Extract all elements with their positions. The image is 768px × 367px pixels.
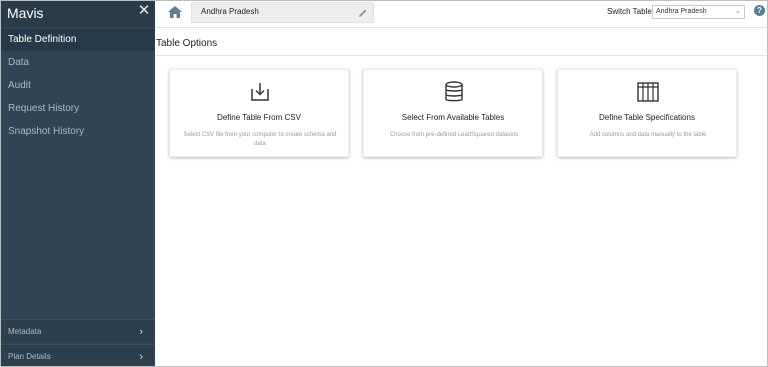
- download-icon: [251, 83, 269, 101]
- card-title: Define Table From CSV: [217, 113, 301, 122]
- chevron-right-icon: ›: [139, 351, 143, 363]
- sidebar-footer-metadata[interactable]: Metadata ›: [1, 319, 155, 343]
- sidebar-item-request-history[interactable]: Request History: [1, 98, 155, 120]
- chevron-right-icon: ›: [139, 326, 143, 338]
- sidebar-item-audit[interactable]: Audit: [1, 75, 155, 97]
- card-define-from-csv[interactable]: Define Table From CSV Select CSV file fr…: [169, 69, 349, 157]
- card-description: Choose from pre-defined LeadSquared data…: [389, 132, 519, 138]
- card-define-table-specifications[interactable]: Define Table Specifications Add columns …: [557, 69, 737, 157]
- table-name: Andhra Pradesh: [201, 7, 259, 16]
- sidebar-item-table-definition[interactable]: Table Definition: [1, 29, 155, 51]
- app-title: Mavis: [7, 5, 44, 21]
- card-title: Select From Available Tables: [401, 113, 505, 122]
- card-description: Select CSV file from your computer to cr…: [183, 132, 337, 147]
- chevron-down-icon: ⌄: [735, 8, 741, 15]
- switch-table-label: Switch Table: [607, 7, 652, 16]
- pencil-icon[interactable]: [358, 8, 368, 18]
- help-icon[interactable]: ?: [754, 5, 765, 16]
- app-window: Mavis ✕ Table Definition Data Audit Requ…: [0, 0, 768, 367]
- page-title: Table Options: [156, 38, 218, 49]
- table-icon: [637, 82, 659, 102]
- switch-table-value: Andhra Pradesh: [656, 8, 707, 15]
- top-bar: Andhra Pradesh Switch Table Andhra Prade…: [155, 1, 767, 28]
- card-select-available-tables[interactable]: Select From Available Tables Choose from…: [363, 69, 543, 157]
- database-icon: [445, 81, 463, 102]
- card-description: Add columns and data manually to the tab…: [589, 132, 707, 138]
- table-name-field[interactable]: Andhra Pradesh: [191, 2, 374, 23]
- home-icon[interactable]: [167, 5, 183, 19]
- section-header: Table Options: [155, 29, 767, 56]
- plan-details-label: Plan Details: [8, 352, 51, 361]
- sidebar-footer-plan-details[interactable]: Plan Details ›: [1, 344, 155, 366]
- sidebar: Mavis ✕ Table Definition Data Audit Requ…: [1, 1, 155, 366]
- sidebar-header: Mavis ✕: [1, 1, 155, 27]
- sidebar-item-data[interactable]: Data: [1, 52, 155, 74]
- close-icon[interactable]: ✕: [137, 3, 151, 18]
- sidebar-item-snapshot-history[interactable]: Snapshot History: [1, 121, 155, 143]
- metadata-label: Metadata: [8, 327, 42, 336]
- switch-table-select[interactable]: Andhra Pradesh ⌄: [652, 5, 745, 19]
- card-title: Define Table Specifications: [599, 113, 695, 122]
